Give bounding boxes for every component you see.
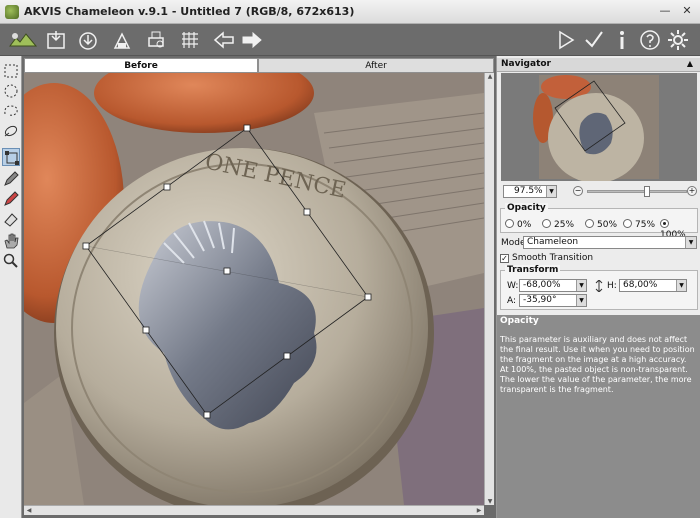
width-spin-icon[interactable]: ▼: [576, 280, 586, 291]
open-image-icon[interactable]: [6, 28, 40, 52]
scroll-right-icon[interactable]: ▶: [474, 507, 484, 514]
help-text: This parameter is auxiliary and does not…: [500, 335, 695, 394]
hand-icon[interactable]: [2, 232, 20, 250]
transform-group: Transform W: -68,00% ▼ H: 68,00% ▼ A: -35,…: [500, 265, 698, 310]
settings-gear-icon[interactable]: [666, 28, 690, 52]
scroll-down-icon[interactable]: ▼: [485, 498, 495, 505]
aspect-link-icon[interactable]: [595, 279, 603, 295]
navigator-header: Navigator ▲: [497, 58, 700, 72]
window-title: AKVIS Chameleon v.9.1 - Untitled 7 (RGB/…: [24, 5, 355, 18]
angle-label: A:: [507, 296, 517, 306]
angle-spin-icon[interactable]: ▼: [576, 295, 586, 306]
fragment-grid-icon[interactable]: [178, 28, 202, 52]
apply-icon[interactable]: [582, 28, 606, 52]
redo-arrow-icon[interactable]: [240, 28, 264, 52]
help-icon[interactable]: [638, 28, 662, 52]
save-image-icon[interactable]: [44, 28, 68, 52]
canvas-image: ONE PENCE: [24, 73, 484, 505]
help-header: Opacity: [497, 315, 700, 329]
zoom-select[interactable]: 97.5% ▼: [503, 185, 557, 198]
rect-selection-icon[interactable]: [2, 62, 20, 80]
pencil-icon[interactable]: [2, 170, 20, 188]
height-label: H:: [607, 281, 617, 291]
smooth-transition-label: Smooth Transition: [512, 253, 594, 263]
opacity-group: Opacity 0% 25% 50% 75% 100%: [500, 203, 698, 240]
save-fragment-icon[interactable]: [110, 28, 134, 52]
opacity-radio-25[interactable]: 25%: [542, 219, 574, 230]
collapse-caret-icon[interactable]: ▲: [687, 59, 693, 68]
zoom-value: 97.5%: [514, 186, 543, 196]
scroll-left-icon[interactable]: ◀: [24, 507, 34, 514]
radio-circle-icon: [623, 219, 632, 228]
zoom-in-button[interactable]: +: [687, 186, 697, 196]
height-field[interactable]: 68,00% ▼: [619, 279, 687, 292]
mode-value: Chameleon: [527, 237, 579, 247]
zoom-out-button[interactable]: −: [573, 186, 583, 196]
height-spin-icon[interactable]: ▼: [676, 280, 686, 291]
smooth-transition-checkbox[interactable]: ✓ Smooth Transition: [500, 253, 593, 263]
radio-selected-icon: [660, 219, 669, 228]
close-button[interactable]: ✕: [678, 2, 696, 20]
tab-before[interactable]: Before: [24, 58, 258, 73]
mode-dropdown-icon[interactable]: ▼: [685, 237, 696, 248]
help-title: Opacity: [500, 316, 539, 326]
width-label: W:: [507, 281, 519, 291]
scroll-up-icon[interactable]: ▲: [485, 73, 495, 80]
checkbox-checked-icon: ✓: [500, 254, 509, 263]
title-bar: AKVIS Chameleon v.9.1 - Untitled 7 (RGB/…: [0, 0, 700, 24]
zoom-controls: 97.5% ▼ − +: [501, 185, 697, 199]
zoom-slider-thumb[interactable]: [644, 186, 650, 197]
pencil-alt-icon[interactable]: [2, 190, 20, 208]
zoom-dropdown-icon[interactable]: ▼: [546, 186, 556, 197]
image-canvas[interactable]: ONE PENCE: [24, 73, 484, 505]
radio-circle-icon: [542, 219, 551, 228]
tab-after[interactable]: After: [258, 58, 494, 73]
opacity-radio-0[interactable]: 0%: [505, 219, 531, 230]
tools-panel: [0, 56, 22, 518]
navigator-title: Navigator: [501, 59, 551, 69]
run-icon[interactable]: [554, 28, 578, 52]
horizontal-scrollbar[interactable]: ◀ ▶: [24, 505, 484, 515]
view-tabs: Before After: [24, 58, 494, 73]
opacity-radio-75[interactable]: 75%: [623, 219, 655, 230]
rotate-icon[interactable]: [2, 122, 20, 140]
mode-label: Mode: [501, 238, 526, 248]
undo-arrow-icon[interactable]: [212, 28, 236, 52]
settings-panel: Navigator ▲ 97.5% ▼ − + Opacity 0% 25% 5…: [496, 56, 700, 518]
open-fragment-icon[interactable]: [76, 28, 100, 52]
radio-circle-icon: [585, 219, 594, 228]
lasso-icon[interactable]: [2, 102, 20, 120]
opacity-radio-50[interactable]: 50%: [585, 219, 617, 230]
width-field[interactable]: -68,00% ▼: [519, 279, 587, 292]
navigator-preview[interactable]: [501, 73, 697, 183]
vertical-scrollbar[interactable]: ▲ ▼: [484, 73, 494, 505]
opacity-title: Opacity: [505, 203, 548, 213]
navigator-thumbnail: [501, 73, 697, 183]
zoom-icon[interactable]: [2, 252, 20, 270]
info-icon[interactable]: [610, 28, 634, 52]
radio-circle-icon: [505, 219, 514, 228]
help-panel: This parameter is auxiliary and does not…: [497, 329, 700, 518]
angle-field[interactable]: -35,90° ▼: [519, 294, 587, 307]
minimize-button[interactable]: —: [656, 2, 674, 20]
transform-title: Transform: [505, 265, 561, 275]
zoom-slider[interactable]: [587, 186, 687, 197]
mode-select[interactable]: Chameleon ▼: [523, 236, 697, 249]
main-toolbar: [0, 24, 700, 56]
app-chameleon-icon: [5, 5, 19, 19]
ellipse-selection-icon[interactable]: [2, 82, 20, 100]
print-icon[interactable]: [144, 28, 168, 52]
transform-icon[interactable]: [2, 148, 20, 166]
eraser-icon[interactable]: [2, 210, 20, 228]
